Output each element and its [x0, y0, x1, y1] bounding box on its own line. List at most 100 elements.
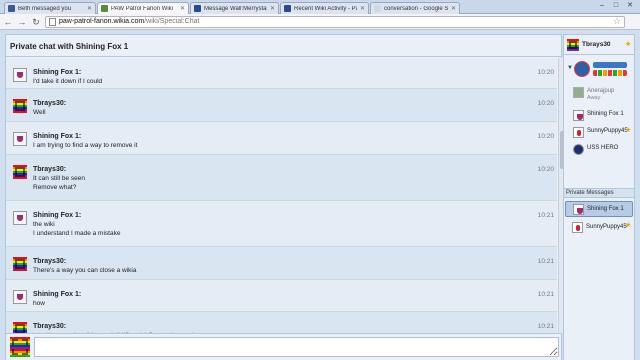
- chat-message: Shining Fox 1: I'd take it down if I coul…: [6, 58, 557, 89]
- private-message-item[interactable]: Shining Fox 1: [565, 201, 633, 217]
- user-name: Shining Fox 1: [587, 111, 624, 117]
- star-icon: ★: [625, 222, 632, 229]
- avatar: [573, 87, 584, 98]
- message-timestamp: 10:20: [537, 69, 554, 76]
- back-icon[interactable]: ←: [3, 17, 13, 27]
- chat-input-row: [6, 333, 561, 359]
- browser-tab[interactable]: Beth messaged you ✕: [4, 2, 96, 14]
- avatar: [573, 110, 584, 121]
- chat-title: Private chat with Shining Fox 1: [10, 42, 129, 51]
- chat-header: Private chat with Shining Fox 1: [6, 35, 561, 57]
- avatar[interactable]: [13, 165, 27, 179]
- favicon-icon: [374, 5, 381, 12]
- private-messages-header: Private Messages: [564, 188, 634, 198]
- forward-icon[interactable]: →: [17, 17, 27, 27]
- collapse-arrow-icon[interactable]: ▼: [567, 65, 573, 71]
- favicon-icon: [8, 5, 15, 12]
- message-timestamp: 10:20: [537, 100, 554, 107]
- pm-user-name: SunnyPuppy45: [586, 224, 627, 230]
- message-username[interactable]: Shining Fox 1:: [33, 133, 81, 140]
- tab-title: conversation - Google S: [384, 5, 448, 12]
- browser-tab-strip: – □ ✕ Beth messaged you ✕ PAW Patrol Fanon…: [0, 0, 640, 14]
- tab-title: Recent Wiki Activity - Pa: [294, 5, 357, 12]
- user-list-item[interactable]: SunnyPuppy45 ★: [564, 125, 634, 141]
- message-username[interactable]: Shining Fox 1:: [33, 291, 81, 298]
- user-list-item[interactable]: Shining Fox 1: [564, 108, 634, 124]
- browser-toolbar: ← → ↻ paw-patrol-fanon.wikia.com/wiki/Sp…: [0, 14, 640, 30]
- message-username[interactable]: Tbrays30:: [33, 166, 66, 173]
- browser-tab[interactable]: conversation - Google S ✕: [370, 2, 460, 14]
- close-tab-icon[interactable]: ✕: [180, 5, 185, 12]
- message-timestamp: 10:21: [537, 323, 554, 330]
- message-text: how: [33, 300, 45, 307]
- favicon-icon: [194, 5, 201, 12]
- chat-message-input[interactable]: [34, 337, 559, 357]
- chat-message: Tbrays30: There's a way you can close a w…: [6, 247, 557, 280]
- chat-message: Tbrays30: Well 10:20: [6, 89, 557, 122]
- close-window-icon[interactable]: ✕: [624, 1, 636, 11]
- browser-tab[interactable]: PAW Patrol Fanon Wiki ✕: [97, 2, 189, 14]
- chat-panel: Private chat with Shining Fox 1 Shining …: [5, 34, 564, 360]
- bookmark-star-icon[interactable]: ☆: [613, 17, 621, 26]
- self-user-row[interactable]: Tbrays30 ★: [564, 35, 634, 55]
- url-path: /wiki/Special:Chat: [144, 18, 200, 25]
- message-text: Well: [33, 109, 46, 116]
- chat-message: Tbrays30: It can still be seen Remove what…: [6, 155, 557, 201]
- maximize-icon[interactable]: □: [610, 1, 622, 11]
- browser-tab[interactable]: Recent Wiki Activity - Pa ✕: [280, 2, 369, 14]
- minimize-icon[interactable]: –: [596, 1, 608, 11]
- message-text: the wiki: [33, 221, 55, 228]
- message-username[interactable]: Tbrays30:: [33, 258, 66, 265]
- close-tab-icon[interactable]: ✕: [270, 5, 275, 12]
- user-list-item[interactable]: USS HERO: [564, 142, 634, 158]
- avatar[interactable]: [13, 132, 27, 146]
- avatar[interactable]: [13, 257, 27, 271]
- chat-message: Shining Fox 1: the wiki I understand I mad…: [6, 201, 557, 247]
- message-username[interactable]: Shining Fox 1:: [33, 69, 81, 76]
- tab-title: Message Wall:Merrystar: [204, 5, 267, 12]
- address-bar[interactable]: paw-patrol-fanon.wikia.com/wiki/Special:…: [45, 16, 625, 28]
- close-tab-icon[interactable]: ✕: [451, 5, 456, 12]
- wiki-logo: [574, 61, 628, 79]
- avatar: [573, 144, 584, 155]
- message-username[interactable]: Tbrays30:: [33, 100, 66, 107]
- user-status: Away: [587, 95, 601, 101]
- user-name: USS HERO: [587, 145, 619, 151]
- message-username[interactable]: Shining Fox 1:: [33, 212, 81, 219]
- avatar: [572, 222, 583, 233]
- message-username[interactable]: Tbrays30:: [33, 323, 66, 330]
- user-list-item[interactable]: Anerajpup Away: [564, 85, 634, 105]
- close-tab-icon[interactable]: ✕: [87, 5, 92, 12]
- avatar[interactable]: [13, 68, 27, 82]
- self-avatar: [10, 337, 30, 357]
- reload-icon[interactable]: ↻: [31, 17, 41, 27]
- star-icon: ★: [625, 41, 632, 48]
- message-timestamp: 10:20: [537, 133, 554, 140]
- avatar: [573, 204, 584, 215]
- message-text: I am trying to find a way to remove it: [33, 142, 138, 149]
- browser-tab[interactable]: Message Wall:Merrystar ✕: [190, 2, 279, 14]
- avatar[interactable]: [13, 99, 27, 113]
- chat-message: Tbrays30:http://community.wikia.com/wiki…: [6, 312, 557, 333]
- message-list: Shining Fox 1: I'd take it down if I coul…: [6, 58, 557, 333]
- private-message-item[interactable]: SunnyPuppy45 ★: [565, 220, 633, 236]
- user-rail: Tbrays30 ★ ▼ Anerajpup Away Shining Fox 1 S…: [563, 34, 635, 360]
- page-icon: [49, 18, 56, 26]
- message-text: Remove what?: [33, 184, 77, 191]
- chat-page: Private chat with Shining Fox 1 Shining …: [0, 31, 640, 360]
- chat-message: Shining Fox 1: how 10:21: [6, 280, 557, 312]
- star-icon: ★: [625, 127, 632, 134]
- user-name: SunnyPuppy45: [587, 128, 628, 134]
- close-tab-icon[interactable]: ✕: [360, 5, 365, 12]
- message-timestamp: 10:21: [537, 291, 554, 298]
- wiki-room-row[interactable]: ▼: [564, 59, 634, 81]
- chat-message: Shining Fox 1: I am trying to find a way …: [6, 122, 557, 155]
- url-host: paw-patrol-fanon.wikia.com: [59, 18, 145, 25]
- message-timestamp: 10:20: [537, 166, 554, 173]
- avatar[interactable]: [13, 290, 27, 304]
- message-text: There's a way you can close a wikia: [33, 267, 137, 274]
- avatar[interactable]: [13, 322, 27, 333]
- avatar[interactable]: [13, 211, 27, 225]
- message-timestamp: 10:21: [537, 258, 554, 265]
- avatar: [573, 127, 584, 138]
